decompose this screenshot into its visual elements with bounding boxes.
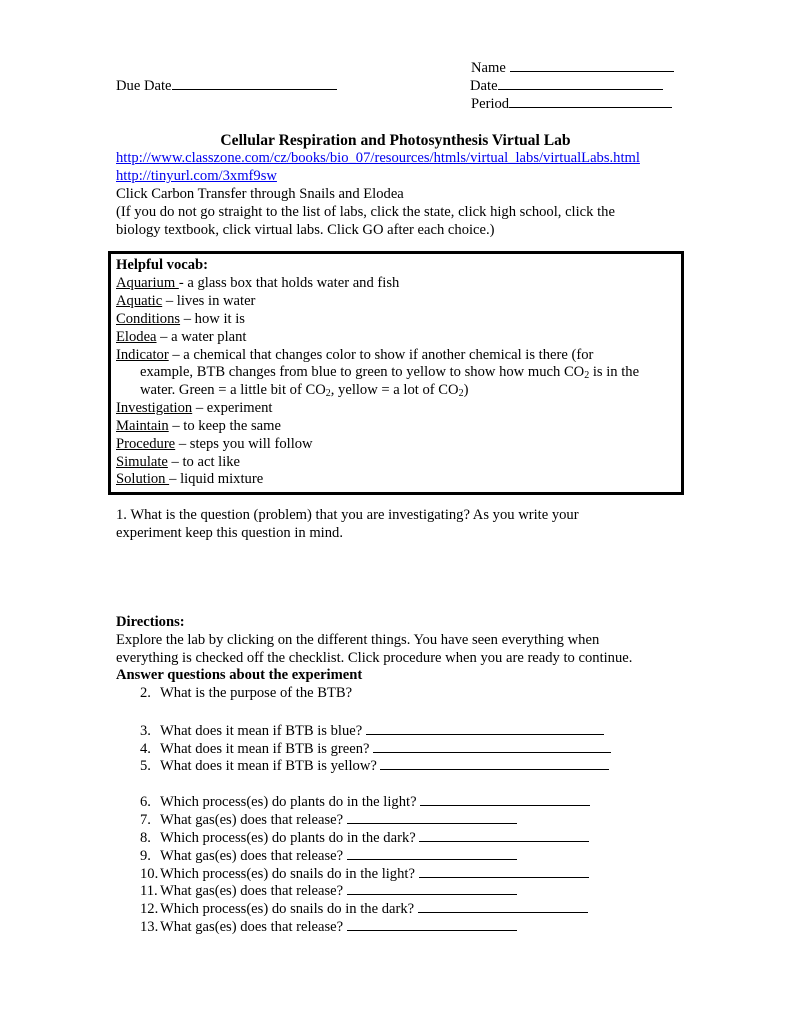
vocab-term: Investigation xyxy=(116,400,193,416)
vocab-def: – a chemical that changes color to show … xyxy=(168,347,594,363)
vocab-def: – experiment xyxy=(192,400,273,416)
question-1-line-1: 1. What is the question (problem) that y… xyxy=(116,507,579,523)
vocab-heading: Helpful vocab: xyxy=(116,257,209,273)
answer-blank[interactable] xyxy=(346,810,517,824)
directions-line-2: everything is checked off the checklist.… xyxy=(116,650,633,666)
question-text: Which process(es) do snails do in the da… xyxy=(160,901,418,917)
answer-blank[interactable] xyxy=(373,739,612,753)
vocab-def: – how it is xyxy=(180,311,245,327)
vocab-term: Conditions xyxy=(116,311,181,327)
question-item: 9. What gas(es) does that release? xyxy=(140,846,517,866)
answer-questions-heading: Answer questions about the experiment xyxy=(116,667,363,683)
vocab-def: – steps you will follow xyxy=(175,436,313,452)
vocab-item: Solution – liquid mixture xyxy=(116,471,263,489)
question-text: What gas(es) does that release? xyxy=(160,848,347,864)
vocab-term: Solution xyxy=(116,471,170,487)
question-item: 3. What does it mean if BTB is blue? xyxy=(140,721,604,741)
answer-blank[interactable] xyxy=(346,917,517,931)
intro-line-2: (If you do not go straight to the list o… xyxy=(116,204,615,220)
vocab-term: Simulate xyxy=(116,454,168,470)
question-text: What gas(es) does that release? xyxy=(160,812,347,828)
vocab-item: Aquarium - a glass box that holds water … xyxy=(116,275,399,293)
question-number: 5. xyxy=(140,758,151,774)
vocab-item: Elodea – a water plant xyxy=(116,329,247,347)
vocab-def: – lives in water xyxy=(162,293,256,309)
answer-blank[interactable] xyxy=(419,828,590,842)
vocab-def-text: water. Green = a little bit of CO xyxy=(140,382,326,398)
vocab-def-text: ) xyxy=(463,382,469,398)
question-text: What is the purpose of the BTB? xyxy=(160,685,353,701)
vocab-item: Investigation – experiment xyxy=(116,400,272,418)
question-text: What does it mean if BTB is blue? xyxy=(160,723,366,739)
vocab-item: Aquatic – lives in water xyxy=(116,293,255,311)
intro-line-1: Click Carbon Transfer through Snails and… xyxy=(116,186,404,202)
page-title: Cellular Respiration and Photosynthesis … xyxy=(220,132,571,149)
vocab-term: Elodea xyxy=(116,329,157,345)
name-label: Name xyxy=(471,60,506,76)
directions-line-1: Explore the lab by clicking on the diffe… xyxy=(116,632,600,648)
vocab-term: Procedure xyxy=(116,436,176,452)
question-number: 13. xyxy=(140,919,159,935)
answer-blank[interactable] xyxy=(418,864,589,878)
classzone-link[interactable]: http://www.classzone.com/cz/books/bio_07… xyxy=(116,150,640,168)
vocab-term: Indicator xyxy=(116,347,169,363)
answer-blank[interactable] xyxy=(365,721,604,735)
question-text: Which process(es) do plants do in the li… xyxy=(160,794,421,810)
tinyurl-link[interactable]: http://tinyurl.com/3xmf9sw xyxy=(116,168,277,186)
question-item: 5. What does it mean if BTB is yellow? xyxy=(140,756,610,776)
vocab-def-text: , yellow = a lot of CO xyxy=(330,382,459,398)
question-item: 11. What gas(es) does that release? xyxy=(140,881,517,901)
question-1-line-2: experiment keep this question in mind. xyxy=(116,525,343,541)
intro-line-3: biology textbook, click virtual labs. Cl… xyxy=(116,222,495,238)
vocab-def: – to act like xyxy=(167,454,241,470)
vocab-term: Aquarium xyxy=(116,275,179,291)
due-date-blank[interactable] xyxy=(171,76,337,90)
question-item: 6. Which process(es) do plants do in the … xyxy=(140,792,591,812)
period-label: Period xyxy=(471,96,510,112)
question-item: 2. What is the purpose of the BTB? xyxy=(140,685,352,703)
answer-blank[interactable] xyxy=(417,899,588,913)
directions-heading: Directions: xyxy=(116,614,185,630)
vocab-item-continuation: example, BTB changes from blue to green … xyxy=(140,364,639,382)
question-number: 2. xyxy=(140,685,151,701)
period-blank[interactable] xyxy=(509,94,673,108)
vocab-def: - a glass box that holds water and fish xyxy=(178,275,400,291)
question-text: Which process(es) do snails do in the li… xyxy=(160,866,419,882)
question-item: 12. Which process(es) do snails do in the… xyxy=(140,899,588,919)
question-text: What gas(es) does that release? xyxy=(160,919,347,935)
vocab-item: Indicator – a chemical that changes colo… xyxy=(116,347,593,365)
date-label: Date xyxy=(470,78,498,94)
due-date-label: Due Date xyxy=(116,78,172,94)
question-text: Which process(es) do plants do in the da… xyxy=(160,830,420,846)
answer-blank[interactable] xyxy=(420,792,591,806)
period-field: Period xyxy=(471,94,673,114)
date-blank[interactable] xyxy=(497,76,663,90)
question-text: What gas(es) does that release? xyxy=(160,883,347,899)
name-field: Name xyxy=(471,58,674,78)
vocab-item: Maintain – to keep the same xyxy=(116,418,281,436)
vocab-def-text: example, BTB changes from blue to green … xyxy=(140,364,585,380)
answer-blank[interactable] xyxy=(346,846,517,860)
vocab-item: Procedure – steps you will follow xyxy=(116,436,313,454)
vocab-item: Conditions – how it is xyxy=(116,311,245,329)
question-text: What does it mean if BTB is green? xyxy=(160,741,374,757)
question-item: 8. Which process(es) do plants do in the … xyxy=(140,828,590,848)
question-item: 13. What gas(es) does that release? xyxy=(140,917,517,937)
vocab-term: Maintain xyxy=(116,418,169,434)
vocab-item-continuation: water. Green = a little bit of CO2, yell… xyxy=(140,382,468,400)
question-item: 7. What gas(es) does that release? xyxy=(140,810,517,830)
vocab-def-text: is in the xyxy=(589,364,640,380)
date-field: Date xyxy=(470,76,663,96)
vocab-def: – to keep the same xyxy=(168,418,281,434)
vocab-def: – liquid mixture xyxy=(169,471,264,487)
vocab-def: – a water plant xyxy=(156,329,247,345)
name-blank[interactable] xyxy=(509,58,674,72)
answer-blank[interactable] xyxy=(380,756,610,770)
vocab-term: Aquatic xyxy=(116,293,163,309)
vocab-item: Simulate – to act like xyxy=(116,454,240,472)
question-text: What does it mean if BTB is yellow? xyxy=(160,758,381,774)
answer-blank[interactable] xyxy=(346,881,517,895)
due-date-field: Due Date xyxy=(116,76,337,96)
